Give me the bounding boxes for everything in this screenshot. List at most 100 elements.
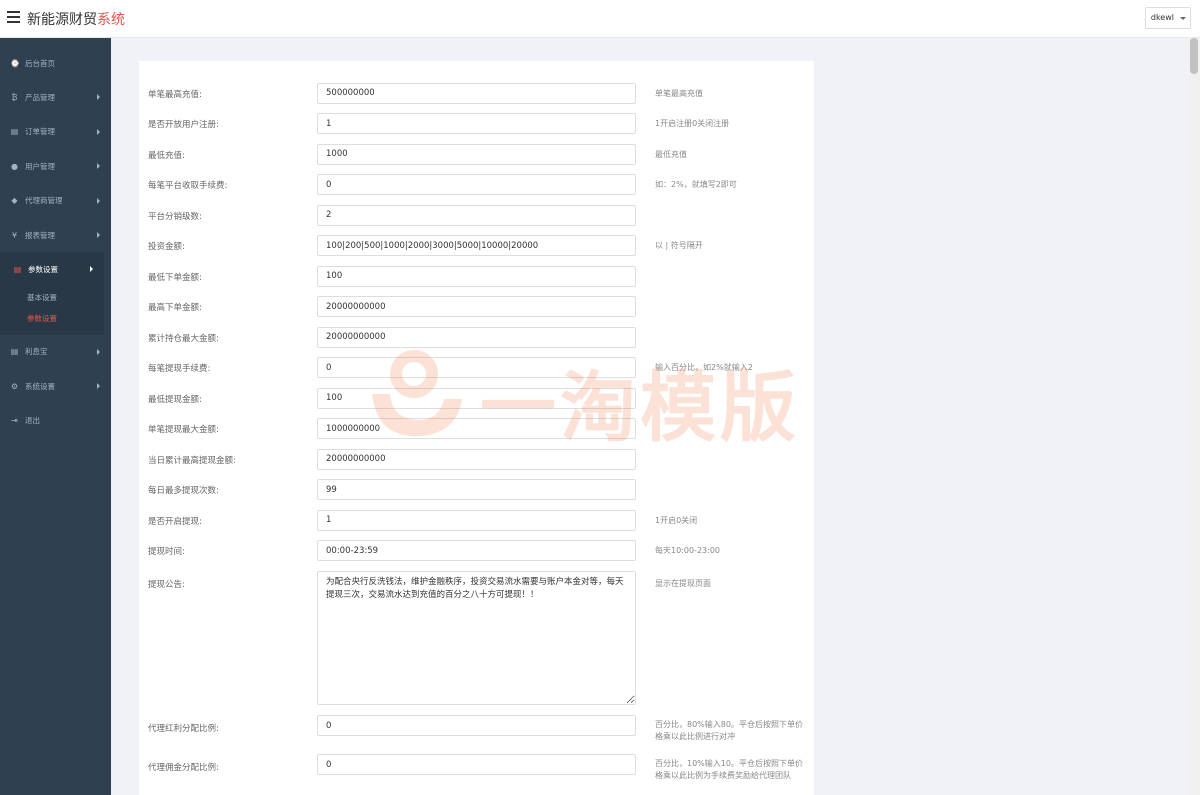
form-row: 平台分销级数: [139,204,814,226]
field-label: 累计持仓最大金额: [148,333,219,344]
form-row: 每日最多提现次数: [139,479,814,500]
form-row: 累计持仓最大金额: [139,326,814,348]
chevron-right-icon [97,348,100,355]
field-label: 每日最多提现次数: [148,486,219,496]
form-row: 每笔平台收取手续费: 如：2%，就填写2即可 [139,174,814,195]
copy-icon: ▤ [10,127,19,137]
copy-icon: ▤ [10,347,19,357]
field-hint: 百分比，80%输入80。平仓后按照下单价格乘以此比例进行对冲 [655,720,803,741]
sidebar-item-params[interactable]: ▤ 参数设置 [3,252,104,286]
form-row: 代理佣金分配比例: 百分比，10%输入10。平仓后按照下单价格乘以此比例为手续费… [139,754,814,794]
field-hint: 每天10:00-23:00 [655,546,720,555]
field-input[interactable] [317,113,636,134]
sidebar-subitem-param-settings[interactable]: 参数设置 [3,308,104,329]
field-label: 是否开启提现: [148,516,202,527]
field-input[interactable] [317,509,636,531]
copy-icon: ▤ [13,265,22,275]
field-input[interactable] [317,357,636,378]
form-row: 提现时间: 每天10:00-23:00 [139,540,814,561]
sidebar-item-dashboard[interactable]: ⌚ 后台首页 [0,46,111,80]
field-input[interactable] [317,715,636,736]
chevron-right-icon [97,383,100,390]
cogs-icon: ⚙ [10,381,19,391]
user-dropdown[interactable]: dkewl [1144,7,1191,29]
field-input[interactable] [317,540,636,561]
notice-textarea[interactable]: 为配合央行反洗钱法，维护金融秩序，投资交易流水需要与账户本金对等，每天提现三次，… [317,571,636,705]
form-row: 最低提现金额: [139,387,814,409]
sidebar-item-cogs[interactable]: ⚙ 系统设置 [0,369,111,403]
chevron-right-icon [97,163,100,170]
field-label: 投资金额: [148,242,185,252]
field-label: 当日累计最高提现金额: [148,455,236,466]
form-row: 是否开放用户注册: 1开启注册0关闭注册 [139,113,814,134]
field-input[interactable] [317,387,636,409]
app-title: 新能源财贸系统 [27,12,125,28]
field-input[interactable] [317,326,636,348]
field-hint: 以 | 符号隔开 [655,241,703,250]
field-hint: 1开启0关闭 [655,515,698,525]
field-input[interactable] [317,235,636,256]
field-label: 最高下单金额: [148,303,202,313]
form-row-notice: 提现公告: 为配合央行反洗钱法，维护金融秩序，投资交易流水需要与账户本金对等，每… [139,571,814,707]
field-input[interactable] [317,754,636,775]
field-hint: 输入百分比，如2%就输入2 [655,363,753,372]
user-tie-icon: ◆ [11,196,18,206]
user-name: dkewl [1150,13,1174,22]
field-label: 每笔平台收取手续费: [148,181,228,191]
field-label: 代理佣金分配比例: [148,763,219,773]
field-input[interactable] [317,479,636,500]
field-input[interactable] [317,143,636,165]
sign-out-icon: ⇥ [11,416,18,426]
field-label: 最低提现金额: [148,394,202,405]
field-label: 单笔最高充值: [148,89,202,100]
top-navbar: 新能源财贸系统 dkewl [0,0,1200,38]
form-row: 投资金额: 以 | 符号隔开 [139,235,814,256]
form-row: 单笔提现最大金额: [139,418,814,439]
form-row: 每笔提现手续费: 输入百分比，如2%就输入2 [139,357,814,378]
settings-form-panel: 单笔最高充值: 单笔最高充值 是否开放用户注册: 1开启注册0关闭注册 最低充值… [139,61,814,795]
field-label: 提现公告: [148,580,185,590]
sidebar-subitem-basic-settings[interactable]: 基本设置 [3,287,104,308]
sidebar-item-label: 用户管理 [25,161,55,171]
sidebar-item-label: 订单管理 [25,127,55,137]
field-input[interactable] [317,448,636,470]
sidebar-item-bitcoin[interactable]: ₿ 产品管理 [0,80,111,114]
field-label: 代理红利分配比例: [148,724,219,734]
sidebar-item-sign-out[interactable]: ⇥ 退出 [0,404,111,438]
sidebar-item-label: 参数设置 [28,265,58,275]
hamburger-menu-icon[interactable] [7,11,20,25]
scrollbar-thumb[interactable] [1190,38,1198,74]
field-input[interactable] [317,174,636,195]
sidebar: ⌚ 后台首页 ₿ 产品管理 ▤ 订单管理 ● 用户管理 ◆ 代理商管理 ¥ 报表… [0,38,111,795]
sidebar-item-user[interactable]: ● 用户管理 [0,149,111,183]
chevron-right-icon [97,231,100,238]
field-input[interactable] [317,265,636,287]
form-row: 最低下单金额: [139,265,814,287]
sidebar-item-copy[interactable]: ▤ 订单管理 [0,115,111,149]
field-input[interactable] [317,418,636,439]
field-label: 最低下单金额: [148,272,202,283]
sidebar-item-label: 后台首页 [25,58,55,68]
field-input[interactable] [317,204,636,226]
caret-down-icon [1180,17,1186,20]
field-input[interactable] [317,296,636,317]
form-row: 单笔最高充值: 单笔最高充值 [139,82,814,104]
sidebar-item-label: 退出 [25,416,40,426]
field-hint: 最低充值 [655,149,687,159]
chevron-right-icon [97,197,100,204]
form-row: 当日累计最高提现金额: [139,448,814,470]
field-input[interactable] [317,82,636,104]
dashboard-icon: ⌚ [10,58,20,68]
field-label: 提现时间: [148,547,185,557]
chevron-right-icon [97,128,100,135]
sidebar-item-label: 代理商管理 [25,196,63,206]
bitcoin-icon: ₿ [11,93,18,103]
sidebar-item-user-tie[interactable]: ◆ 代理商管理 [0,184,111,218]
field-hint: 百分比，10%输入10。平仓后按照下单价格乘以此比例为手续费奖励给代理团队 [655,759,803,780]
sidebar-item-copy[interactable]: ▤ 利息宝 [0,335,111,369]
user-icon: ● [11,161,18,171]
page-scrollbar[interactable] [1188,38,1200,795]
sidebar-item-yen[interactable]: ¥ 报表管理 [0,218,111,252]
yen-icon: ¥ [11,230,18,240]
chevron-right-icon [90,266,93,273]
